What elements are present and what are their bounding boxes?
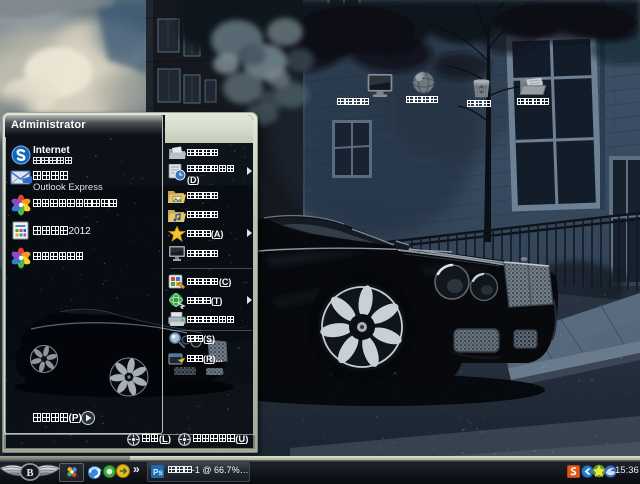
svg-text:Ps: Ps — [153, 468, 163, 477]
svg-text:B: B — [26, 468, 33, 479]
